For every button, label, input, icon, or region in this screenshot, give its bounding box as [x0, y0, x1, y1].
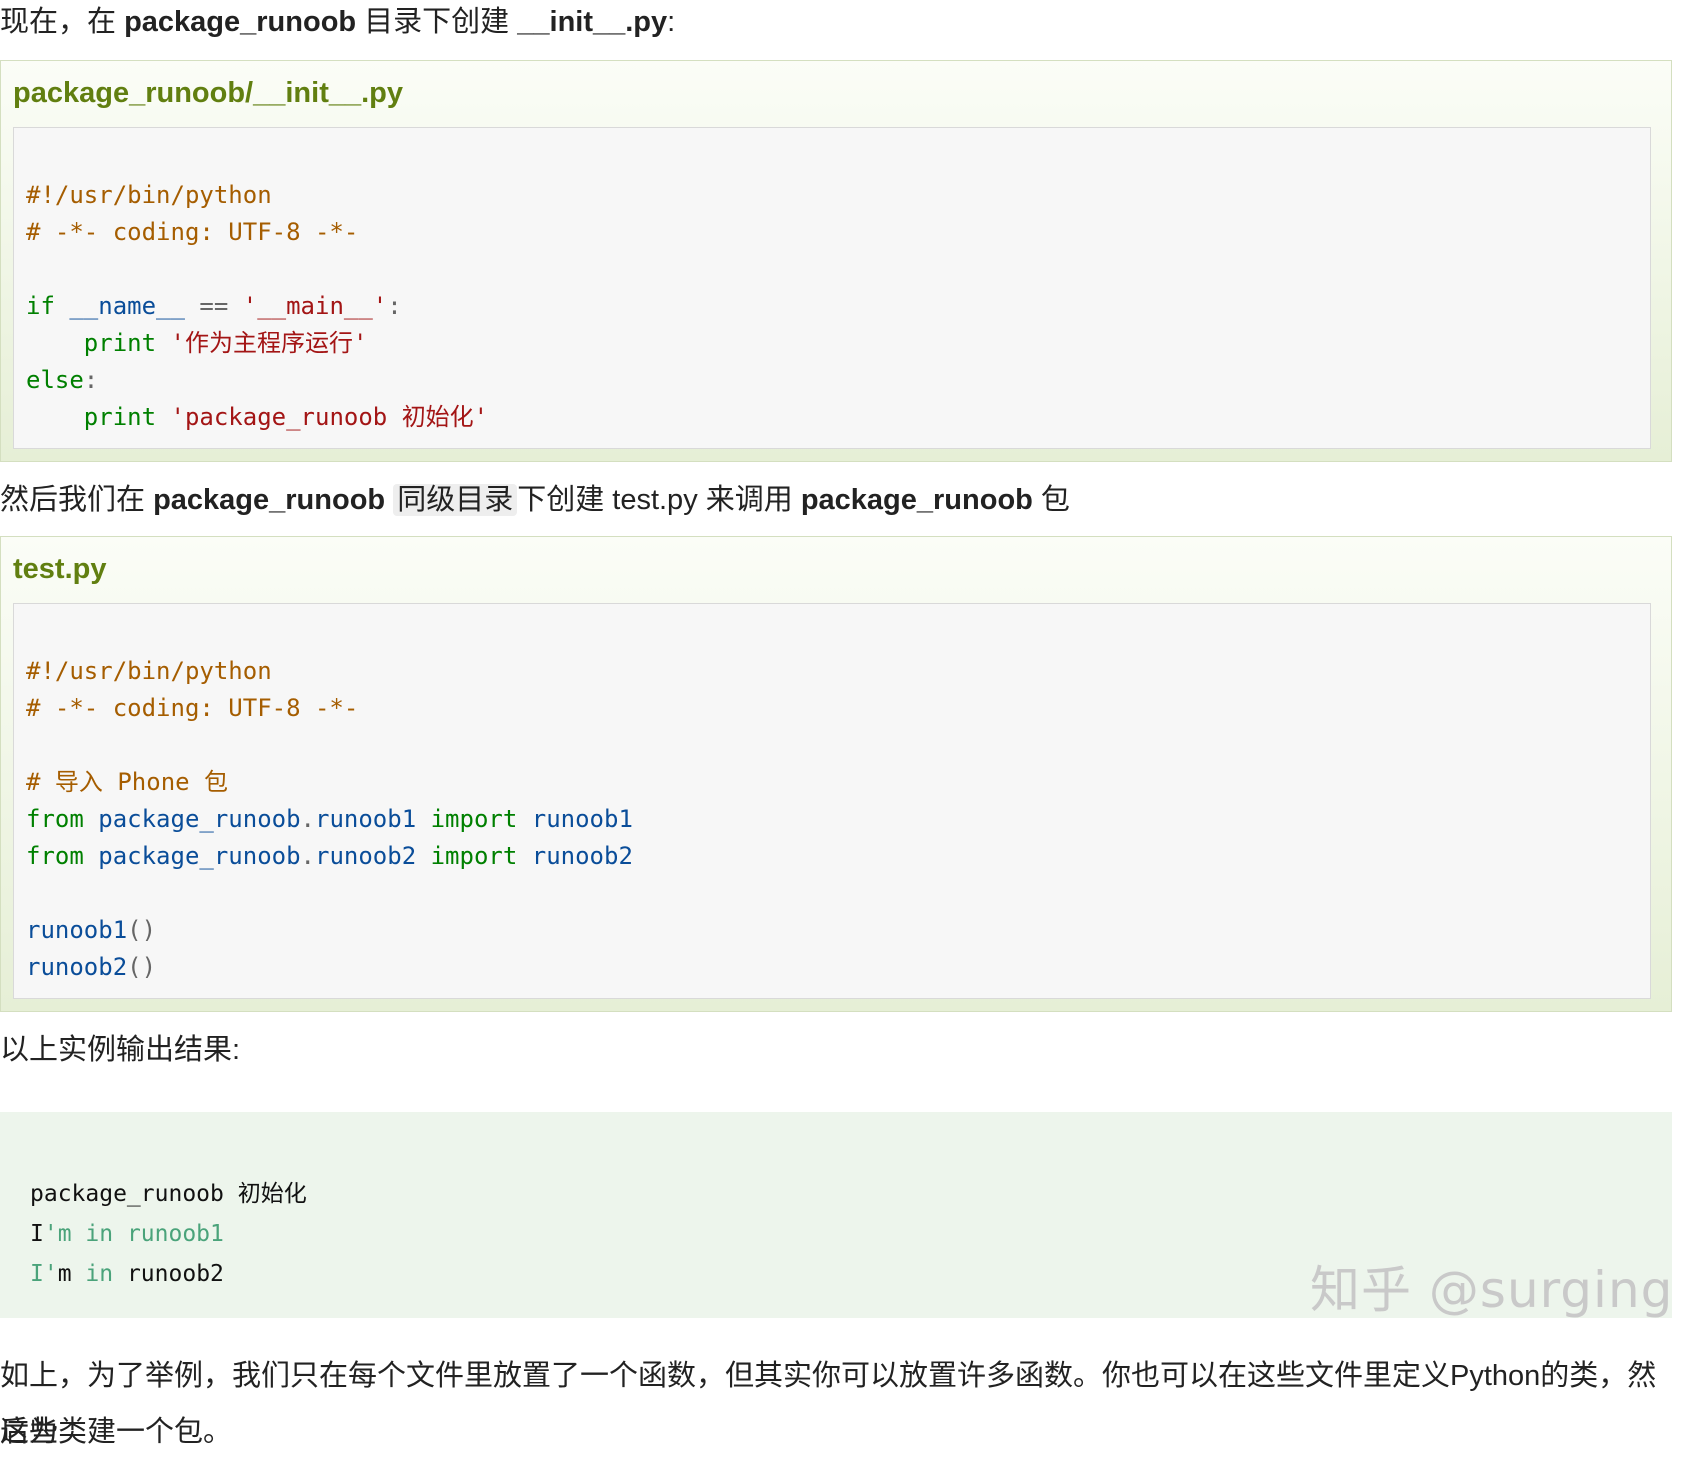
highlight-text: 同级目录 — [393, 484, 518, 516]
intro-paragraph-2: 然后我们在 package_runoob 同级目录 下创建 test.py 来调用… — [0, 484, 1070, 516]
code-block[interactable]: #!/usr/bin/python # -*- coding: UTF-8 -*-… — [13, 603, 1651, 999]
code-line: # 导入 Phone 包 — [26, 768, 229, 796]
output-line: package_runoob 初始化 — [30, 1181, 307, 1207]
conclusion-paragraph: 如上，为了举例，我们只在每个文件里放置了一个函数，但其实你可以放置许多函数。你也… — [0, 1360, 1657, 1448]
intro-paragraph-3: 以上实例输出结果: — [0, 1034, 241, 1066]
code-line: from package_runoob.runoob2 import runoo… — [26, 842, 633, 870]
code-line: #!/usr/bin/python — [26, 657, 272, 685]
article-content: 现在，在 package_runoob 目录下创建 __init__.py: p… — [0, 0, 1672, 1460]
code-line: runoob2() — [26, 953, 157, 981]
code-line: # -*- coding: UTF-8 -*- — [26, 694, 359, 722]
intro-paragraph-1: 现在，在 package_runoob 目录下创建 __init__.py: — [0, 6, 676, 38]
code-block[interactable]: #!/usr/bin/python # -*- coding: UTF-8 -*-… — [13, 127, 1651, 449]
output-line: I'm in runoob1 — [30, 1221, 224, 1247]
code-line: runoob1() — [26, 916, 157, 944]
example-title: test.py — [13, 553, 107, 585]
code-line: # -*- coding: UTF-8 -*- — [26, 218, 359, 246]
zhihu-watermark: 知乎 @surging — [1310, 1261, 1674, 1319]
code-line: from package_runoob.runoob1 import runoo… — [26, 805, 633, 833]
code-line: #!/usr/bin/python — [26, 181, 272, 209]
code-line: else: — [26, 366, 99, 394]
code-line: print 'package_runoob 初始化' — [83, 403, 489, 431]
example-box-test: test.py #!/usr/bin/python # -*- coding: U… — [0, 536, 1672, 1012]
code-line: print '作为主程序运行' — [83, 329, 368, 357]
example-title: package_runoob/__init__.py — [13, 77, 404, 109]
code-line: if __name__ == '__main__': — [26, 292, 402, 320]
example-box-init: package_runoob/__init__.py #!/usr/bin/py… — [0, 60, 1672, 462]
